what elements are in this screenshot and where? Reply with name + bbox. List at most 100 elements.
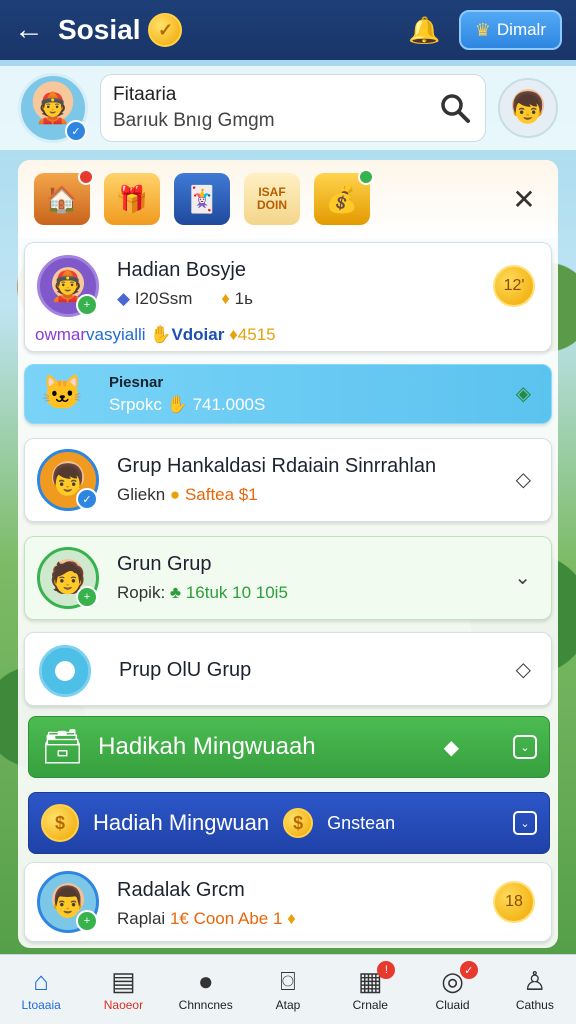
nav-item-book[interactable]: ▤ Naoeor	[82, 955, 164, 1024]
bell-icon[interactable]: 🔔	[408, 15, 440, 46]
back-arrow-icon[interactable]: ←	[14, 15, 50, 45]
basket-icon: ⌼	[280, 965, 296, 996]
list-item[interactable]: 🐱 Piesnar Srpokc ✋ 741.000S ◈	[24, 364, 552, 424]
avatar: 🧑 +	[37, 547, 99, 609]
close-icon[interactable]: ✕	[506, 183, 542, 216]
card-meta: ◆ I20Ssm ♦ 1ь	[117, 289, 253, 309]
card-sub-label: Srpokc	[109, 395, 162, 414]
search-icon[interactable]	[437, 90, 473, 126]
home-icon: ⌂	[33, 965, 49, 996]
hand-icon: ✋	[166, 395, 188, 414]
square-check-icon[interactable]: ⌄	[513, 735, 537, 759]
avatar[interactable]: 👲 ✓	[18, 73, 88, 143]
notification-dot	[358, 169, 374, 185]
chest-icon[interactable]: 💰	[314, 169, 374, 225]
chest-icon: 🗃	[41, 728, 85, 766]
card-sub-value: Saftea $1	[184, 485, 258, 504]
gem-icon: ◆	[117, 289, 131, 308]
card-title: Grup Hankaldasi Rdaiain Sinrrahlan	[117, 455, 437, 477]
group-icon	[39, 645, 91, 697]
card-title: Prup OlU Grup	[119, 659, 252, 681]
card-title: Piesnar	[109, 374, 164, 391]
list-item[interactable]: 👲 + Hadian Bosyje ◆ I20Ssm ♦ 1ь owmarvas…	[24, 242, 552, 352]
nav-label: Cluaid	[435, 997, 470, 1012]
nav-item-home[interactable]: ⌂ Ltoaaia	[0, 955, 82, 1024]
coin-icon: $	[283, 808, 314, 838]
card-title: Hadian Bosyje	[117, 259, 246, 281]
level-badge: 12'	[493, 265, 535, 307]
card-title: Grun Grup	[117, 553, 212, 575]
button-extra: Gnstean	[327, 812, 396, 833]
extra-blue: vasyialli	[86, 325, 146, 344]
card-extra: owmarvasyialli ✋Vdoiar ♦4515	[35, 325, 276, 345]
cat-icon: 🐱	[41, 374, 84, 412]
nav-item-gift[interactable]: ◎ Cluaid ✓	[411, 955, 493, 1024]
nav-label: Atap	[275, 997, 301, 1012]
diamond-outline-icon[interactable]: ◇	[516, 657, 531, 682]
feature-icon-row: 🏠 🎁 🃏 ISAF DOIN 💰 ✕	[18, 160, 558, 238]
friend-avatar[interactable]: 👦	[498, 78, 558, 138]
notification-dot	[78, 169, 94, 185]
card-sub: Srpokc ✋ 741.000S	[109, 395, 265, 415]
coin-icon: ♦	[287, 909, 296, 928]
button-label: Hadikah Mingwuaah	[98, 733, 316, 760]
nav-item-profile[interactable]: ♙ Cathus	[494, 955, 576, 1024]
nav-label: Naoeor	[103, 997, 144, 1012]
online-badge-icon: +	[76, 586, 98, 608]
list-item[interactable]: Prup OlU Grup ◇	[24, 632, 552, 706]
verified-badge-icon: ✓	[65, 120, 87, 142]
crown-icon: ♛	[474, 19, 491, 40]
diamond-outline-icon[interactable]: ◇	[516, 467, 531, 492]
avatar: 👦 ✓	[37, 449, 99, 511]
nav-item-shop[interactable]: ⌼ Atap	[247, 955, 329, 1024]
bottom-nav: ⌂ Ltoaaia ▤ Naoeor ● Chnncnes ⌼ Atap ▦ C…	[0, 954, 576, 1024]
card-sub: Ropik: ♣ 16tuk 10 10i5	[117, 583, 288, 603]
house-icon[interactable]: 🏠	[34, 169, 94, 225]
card-sub-value: 741.000S	[192, 395, 266, 414]
online-badge-icon: +	[76, 294, 98, 316]
extra-gold: 4515	[237, 325, 276, 344]
profile-row: 👲 ✓ Fitaaria Barıuk Bnıg Gmgm 👦	[0, 66, 576, 150]
top-bar: ← Sosial ✓ 🔔 ♛ Dimalr	[0, 0, 576, 60]
list-item[interactable]: 👦 ✓ Grup Hankaldasi Rdaiain Sinrrahlan G…	[24, 438, 552, 522]
coin-icon: ✓	[148, 13, 183, 47]
level-badge: 18	[493, 881, 535, 923]
card-sub-label: Raplai	[117, 909, 166, 928]
extra-purple: owmar	[35, 325, 87, 344]
notification-badge: !	[377, 961, 396, 979]
search-line-1: Fitaaria	[113, 84, 177, 105]
nav-label: Ltoaaia	[21, 997, 61, 1012]
top-right-button-label: Dimalr	[496, 20, 546, 39]
gem-value: I20Ssm	[134, 289, 193, 308]
coupon-icon[interactable]: ISAF DOIN	[244, 173, 300, 225]
coin-value: 1ь	[234, 289, 253, 308]
gift-icon[interactable]: 🎁	[104, 173, 160, 225]
nav-label: Chnncnes	[178, 997, 233, 1012]
square-check-icon[interactable]: ⌄	[513, 811, 537, 835]
nav-item-chat[interactable]: ● Chnncnes	[165, 955, 247, 1024]
avatar: 👨 +	[37, 871, 99, 933]
notification-badge: ✓	[459, 961, 478, 979]
card-sub-value: 1€ Coon Abe 1	[169, 909, 283, 928]
card-icon[interactable]: 🃏	[174, 173, 230, 225]
coin-icon: ●	[169, 485, 181, 504]
diamond-icon: ◈	[515, 383, 531, 405]
chevron-down-icon[interactable]: ⌄	[514, 565, 531, 590]
search-box[interactable]: Fitaaria Barıuk Bnıg Gmgm	[100, 74, 486, 142]
user-icon: ♙	[523, 965, 547, 996]
top-right-button[interactable]: ♛ Dimalr	[458, 10, 562, 50]
weekly-reward-blue-button[interactable]: $ Hadiah Mingwuan $ Gnstean ⌄	[28, 792, 550, 854]
diamond-icon: ◆	[443, 736, 459, 759]
nav-item-calendar[interactable]: ▦ Crnale !	[329, 955, 411, 1024]
card-sub-label: Gliekn	[117, 485, 166, 504]
card-sub-value: 16tuk 10 10i5	[185, 583, 288, 602]
coin-icon: ♦	[229, 325, 238, 344]
nav-label: Cathus	[515, 997, 554, 1012]
list-item[interactable]: 👨 + Radalak Grcm Raplai 1€ Coon Abe 1 ♦ …	[24, 862, 552, 942]
avatar-face-icon: 👲	[34, 91, 72, 125]
weekly-reward-green-button[interactable]: 🗃 Hadikah Mingwuaah ◆ ⌄	[28, 716, 550, 778]
card-sub: Gliekn ● Saftea $1	[117, 485, 258, 505]
card-sub-label: Ropik:	[117, 583, 166, 602]
verified-badge-icon: ✓	[76, 488, 98, 510]
list-item[interactable]: 🧑 + Grun Grup Ropik: ♣ 16tuk 10 10i5 ⌄	[24, 536, 552, 620]
